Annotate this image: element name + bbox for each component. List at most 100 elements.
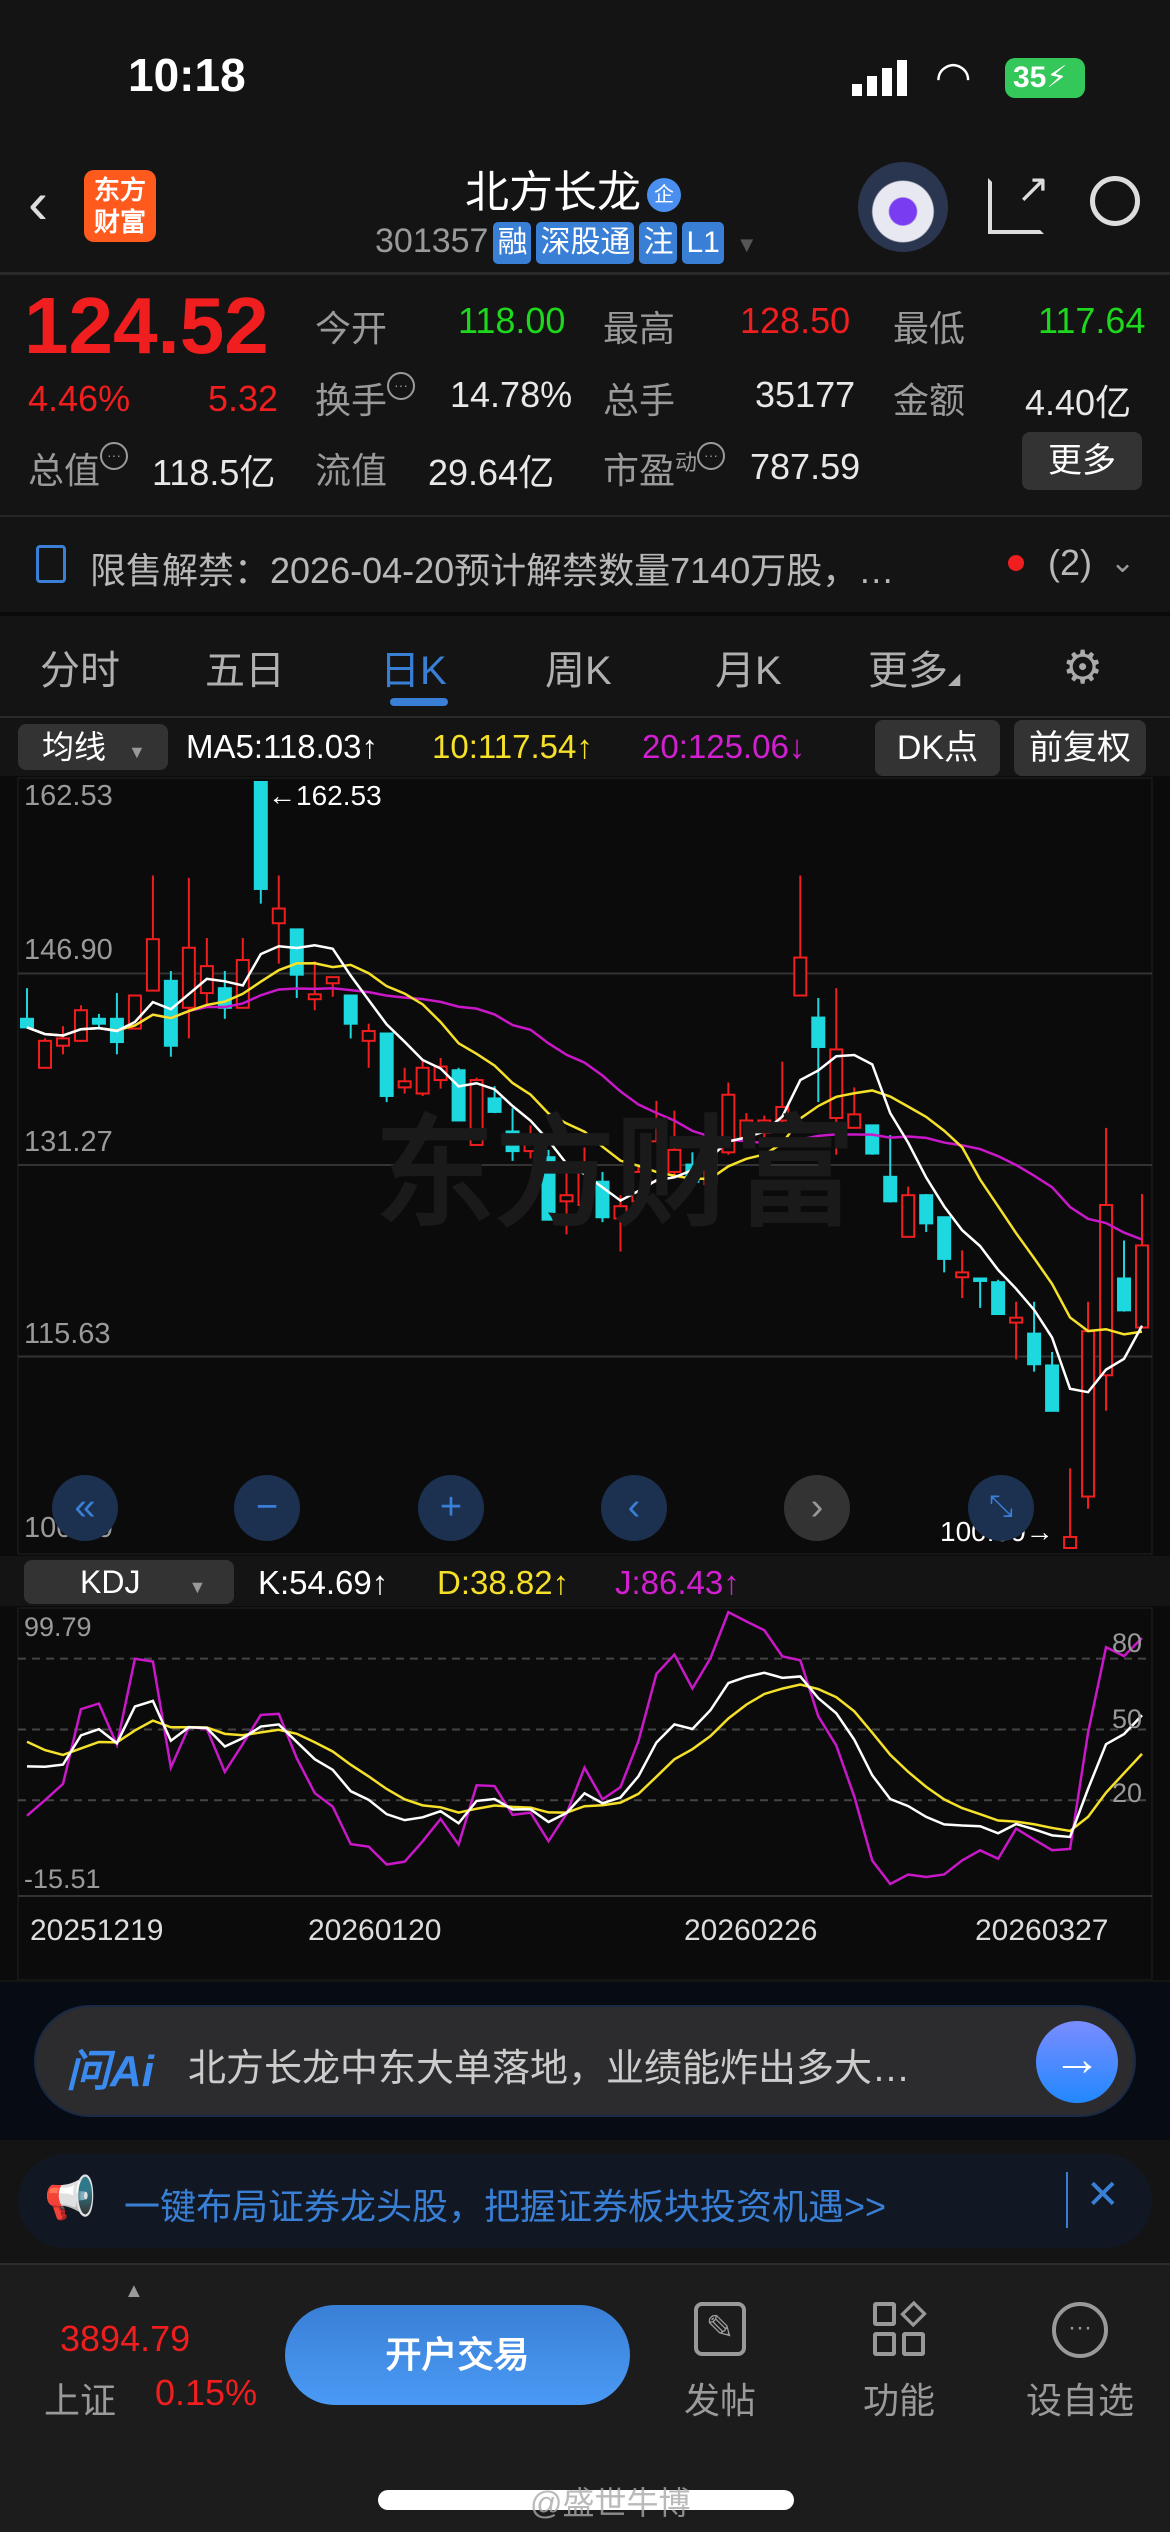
turnover-value: 14.78% <box>450 374 573 415</box>
functions-grid-icon[interactable] <box>873 2300 927 2356</box>
tab-monthly-k[interactable]: 月K <box>715 638 782 696</box>
chevron-down-icon[interactable]: ⌄ <box>1110 545 1135 580</box>
candle-body <box>37 1039 52 1069</box>
kdj-j-line <box>26 1610 1143 1886</box>
tab-more[interactable]: 更多◢ <box>868 638 960 696</box>
tab-intraday[interactable]: 分时 <box>40 638 120 696</box>
kdj-selector[interactable]: KDJ ▼ <box>24 1560 234 1604</box>
battery-level: 35 <box>1013 61 1047 94</box>
candle-body <box>73 1009 88 1042</box>
ma5-value: MA5:118.03↑ <box>186 728 379 765</box>
status-time: 10:18 <box>128 49 246 101</box>
back-button[interactable]: ‹ <box>28 168 48 237</box>
ma20-value: 20:125.06↓ <box>642 728 806 765</box>
change-amount: 5.32 <box>208 378 279 419</box>
tab-daily-k[interactable]: 日K <box>380 638 447 696</box>
kdj-d-line <box>26 1683 1143 1833</box>
stock-code-row[interactable]: 301357 融深股通注 L1 ▼ <box>375 222 758 264</box>
volume-value: 35177 <box>755 374 856 415</box>
open-value: 118.00 <box>458 300 566 341</box>
share-icon[interactable]: ↗ <box>988 167 1050 234</box>
adjust-button[interactable]: 前复权 <box>1014 720 1146 776</box>
float-cap-label: 流值 <box>315 450 388 491</box>
open-account-trade-button[interactable]: 开户交易 <box>285 2305 630 2405</box>
change-percent: 4.46% <box>28 378 131 419</box>
stock-title: 北方长龙 <box>465 168 641 217</box>
index-up-arrow-icon: ▲ <box>124 2280 144 2302</box>
amount-label: 金额 <box>893 380 966 421</box>
zoom-out-button[interactable]: − <box>234 1475 300 1541</box>
arrow-right-icon[interactable]: → <box>1036 2021 1118 2103</box>
pe-label: 市盈动 ··· <box>603 442 726 494</box>
index-name: 上证 <box>44 2380 117 2421</box>
tag-registration: 注 <box>639 222 678 264</box>
divider <box>0 612 1170 616</box>
tab-five-day[interactable]: 五日 <box>205 638 285 696</box>
watchlist-label[interactable]: 设自选 <box>1010 2372 1150 2424</box>
functions-label[interactable]: 功能 <box>829 2372 969 2424</box>
watermark-text: @盛世牛博 <box>530 2485 691 2521</box>
candle-body <box>793 956 808 997</box>
active-tab-indicator <box>390 698 448 706</box>
scroll-right-button[interactable]: › <box>784 1475 850 1541</box>
candle-body <box>217 987 232 1009</box>
candle-body <box>1027 1332 1042 1366</box>
banner-text: 一键布局证券龙头股，把握证券板块投资机遇>> <box>124 2186 887 2227</box>
fullscreen-icon[interactable]: ⤡ <box>968 1475 1034 1541</box>
high-value: 128.50 <box>740 300 851 341</box>
candle-body <box>811 1016 826 1048</box>
kline-chart[interactable]: 东方财富 <box>0 776 1170 1556</box>
chevron-down-icon: ▼ <box>735 232 758 257</box>
ai-ask-bar[interactable]: 问Ai 北方长龙中东大单落地，业绩能炸出多大… → <box>34 2005 1136 2117</box>
float-cap-value: 29.64亿 <box>428 452 555 493</box>
candle-body <box>937 1216 952 1260</box>
index-value[interactable]: 3894.79 <box>60 2318 190 2360</box>
promo-banner[interactable]: 📢 一键布局证券龙头股，把握证券板块投资机遇>> ✕ <box>18 2154 1152 2248</box>
app-logo[interactable]: 东方财富 <box>84 170 156 242</box>
candle-body <box>145 938 160 992</box>
candle-body <box>973 1277 988 1282</box>
more-button[interactable]: 更多 <box>1022 432 1142 490</box>
info-icon[interactable]: ··· <box>697 442 726 470</box>
kdj-top-label: 99.79 <box>24 1612 92 1642</box>
lockup-notice[interactable]: 限售解禁：2026-04-20预计解禁数量7140万股，… <box>90 542 894 594</box>
max-price-label: ←162.53 <box>268 780 382 811</box>
dk-point-button[interactable]: DK点 <box>875 720 1000 776</box>
high-label: 最高 <box>603 308 676 349</box>
indicator-selector[interactable]: 均线 ▼ <box>18 724 168 770</box>
info-icon[interactable]: ··· <box>100 442 129 470</box>
scroll-left-button[interactable]: ‹ <box>601 1475 667 1541</box>
tag-level: L1 <box>682 222 724 264</box>
current-price: 124.52 <box>24 281 269 370</box>
x-date-label: 20260226 <box>684 1914 818 1947</box>
candle-body <box>325 976 340 985</box>
candle-body <box>955 1271 970 1279</box>
open-label: 今开 <box>315 308 388 349</box>
candle-body <box>865 1124 880 1155</box>
close-icon[interactable]: ✕ <box>1086 2172 1120 2218</box>
candle-body <box>1009 1316 1024 1324</box>
more-dots-icon[interactable]: ··· <box>1052 2302 1108 2358</box>
settings-gear-icon[interactable]: ⚙ <box>1062 640 1103 694</box>
search-icon[interactable] <box>1090 176 1140 226</box>
index-percent: 0.15% <box>155 2372 258 2413</box>
zoom-in-button[interactable]: + <box>418 1475 484 1541</box>
post-edit-icon[interactable]: ✎ <box>694 2302 746 2356</box>
tab-weekly-k[interactable]: 周K <box>545 638 612 696</box>
market-cap-label: 总值 ··· <box>28 442 129 494</box>
info-icon[interactable]: ··· <box>387 372 416 400</box>
kdj-level-label: 20 <box>1112 1778 1143 1808</box>
kdj-level-label: 80 <box>1112 1628 1143 1658</box>
candle-body <box>343 994 358 1025</box>
x-date-label: 20260327 <box>975 1914 1109 1947</box>
avatar[interactable] <box>858 162 948 252</box>
scroll-to-start-button[interactable]: « <box>52 1475 118 1541</box>
candle-body <box>991 1281 1006 1316</box>
post-label[interactable]: 发帖 <box>650 2372 790 2424</box>
turnover-label: 换手 ··· <box>315 372 416 424</box>
candle-body <box>271 907 286 925</box>
candle-body <box>883 1175 898 1203</box>
y-tick-label: 131.27 <box>24 1126 113 1158</box>
market-cap-value: 118.5亿 <box>152 452 276 493</box>
unread-dot <box>1008 555 1024 571</box>
